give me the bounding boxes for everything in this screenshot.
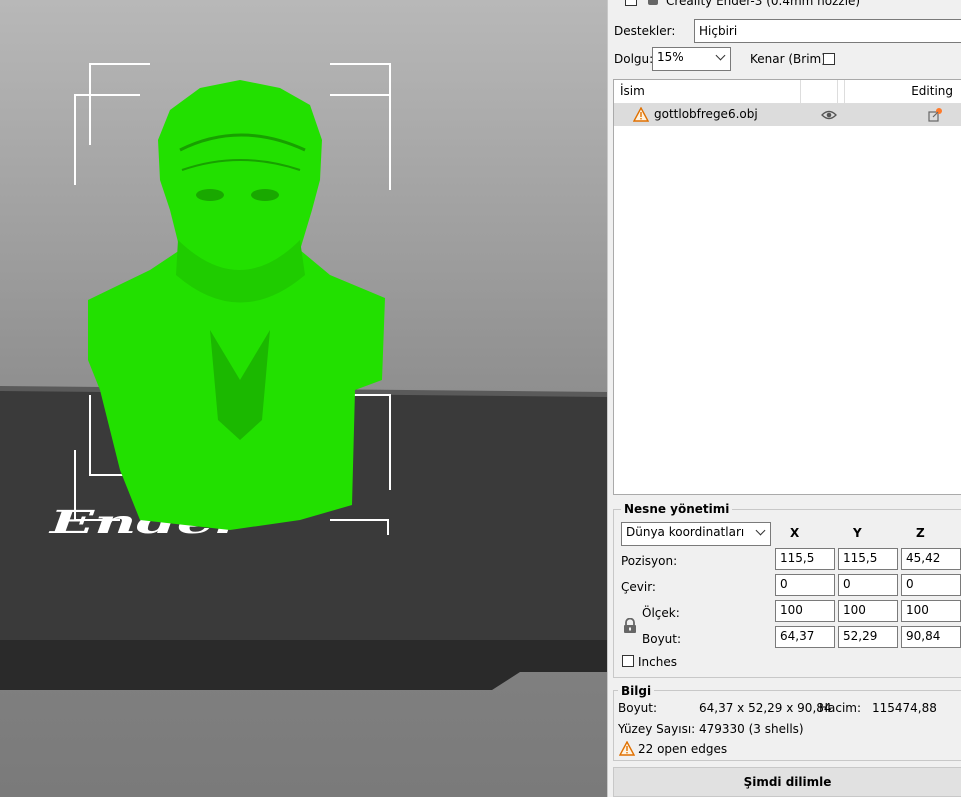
scene: Ender: [0, 63, 607, 690]
eye-icon[interactable]: [821, 109, 837, 121]
col-editing[interactable]: Editing: [911, 84, 953, 98]
rotate-label: Çevir:: [621, 580, 656, 594]
info-volume-label: Hacim:: [819, 701, 862, 715]
info-title: Bilgi: [618, 684, 655, 698]
info-warning-text: 22 open edges: [638, 742, 728, 756]
info-size-label: Boyut:: [618, 701, 658, 715]
infill-select[interactable]: 15%: [652, 47, 731, 71]
inches-checkbox[interactable]: [622, 655, 634, 667]
infill-label: Dolgu:: [614, 52, 654, 66]
size-z[interactable]: 90,84: [901, 626, 961, 648]
size-label: Boyut:: [642, 632, 682, 646]
object-list-header: İsim Editing: [614, 80, 961, 104]
coord-system-select[interactable]: Dünya koordinatları: [621, 522, 771, 546]
brim-label: Kenar (Brim):: [750, 52, 830, 66]
printer-checkbox[interactable]: [625, 0, 637, 6]
info-volume-value: 115474,88: [872, 701, 937, 715]
brim-checkbox[interactable]: [823, 53, 835, 65]
print-bed-front: [0, 640, 607, 690]
info-size-value: 64,37 x 52,29 x 90,84: [699, 701, 832, 715]
warning-icon: [633, 107, 649, 122]
info-facets-label: Yüzey Sayısı:: [618, 722, 696, 736]
scale-y[interactable]: 100: [838, 600, 898, 622]
slice-now-button[interactable]: Şimdi dilimle: [613, 767, 961, 797]
axis-x-label: X: [790, 526, 800, 540]
3d-viewport[interactable]: Ender: [0, 0, 607, 797]
object-row[interactable]: gottlobfrege6.obj: [614, 104, 961, 126]
scale-x[interactable]: 100: [775, 600, 835, 622]
settings-panel: Creality Ender-3 (0.4mm nozzle) Destekle…: [607, 0, 961, 797]
rotate-z[interactable]: 0: [901, 574, 961, 596]
scale-z[interactable]: 100: [901, 600, 961, 622]
infill-value: 15%: [657, 50, 684, 64]
size-x[interactable]: 64,37: [775, 626, 835, 648]
supports-select[interactable]: Hiçbiri: [694, 19, 961, 43]
scale-label: Ölçek:: [642, 606, 680, 620]
position-y[interactable]: 115,5: [838, 548, 898, 570]
object-manipulation-title: Nesne yönetimi: [621, 502, 733, 516]
axis-y-label: Y: [853, 526, 862, 540]
printer-label: Creality Ender-3 (0.4mm nozzle): [666, 0, 861, 8]
coord-system-value: Dünya koordinatları: [626, 525, 745, 539]
info-facets-value: 479330 (3 shells): [699, 722, 804, 736]
rotate-y[interactable]: 0: [838, 574, 898, 596]
inches-label: Inches: [638, 655, 677, 669]
edit-icon[interactable]: [927, 107, 943, 123]
size-y[interactable]: 52,29: [838, 626, 898, 648]
lock-icon[interactable]: [623, 618, 637, 634]
position-z[interactable]: 45,42: [901, 548, 961, 570]
chevron-down-icon: [755, 525, 766, 536]
object-list[interactable]: İsim Editing gottlobfrege6.obj: [613, 79, 961, 495]
model-bust[interactable]: [88, 80, 385, 530]
position-label: Pozisyon:: [621, 554, 678, 568]
col-name[interactable]: İsim: [620, 84, 645, 98]
object-name: gottlobfrege6.obj: [654, 107, 758, 121]
rotate-x[interactable]: 0: [775, 574, 835, 596]
supports-label: Destekler:: [614, 24, 676, 38]
supports-value: Hiçbiri: [699, 24, 738, 38]
axis-z-label: Z: [916, 526, 925, 540]
chevron-down-icon: [715, 50, 726, 61]
position-x[interactable]: 115,5: [775, 548, 835, 570]
printer-lock-icon: [648, 0, 658, 5]
warning-icon: [619, 741, 635, 756]
